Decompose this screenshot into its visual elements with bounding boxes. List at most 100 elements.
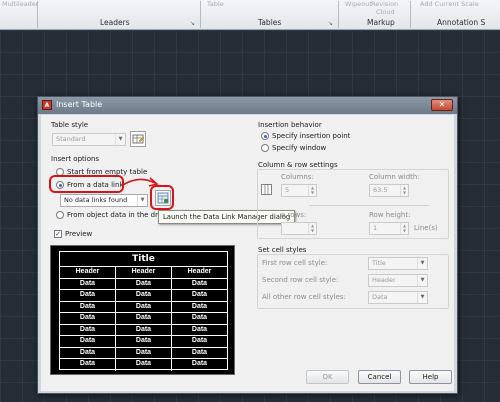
preview-data-cell: Data	[60, 313, 116, 324]
ok-button[interactable]: OK	[306, 370, 349, 384]
specify-insertion-point-label[interactable]: Specify insertion point	[272, 132, 350, 140]
preview-label[interactable]: Preview	[65, 230, 92, 238]
specify-window-label[interactable]: Specify window	[272, 144, 326, 152]
preview-data-cell: Data	[116, 324, 172, 335]
preview-data-cell: Data	[191, 348, 208, 356]
column-row-settings-label: Column & row settings	[258, 161, 338, 169]
object-data-radio[interactable]	[56, 211, 64, 219]
lines-unit-label: Line(s)	[414, 224, 438, 232]
column-width-spinner[interactable]: 63.5 ▲ ▼	[369, 184, 409, 197]
set-cell-styles-label: Set cell styles	[258, 246, 307, 254]
dialog-client: Table style Standard ▼ Insert options St…	[41, 115, 454, 391]
columns-icon	[261, 184, 272, 195]
leaders-panel-label: Leaders	[100, 18, 130, 27]
table-label[interactable]: Table	[207, 0, 224, 8]
autocad-app-icon: A	[42, 100, 52, 110]
preview-data-cell: Data	[116, 290, 172, 301]
preview-title-cell: Title	[60, 252, 227, 267]
preview-data-cell: Data	[116, 347, 172, 358]
preview-data-cell: Data	[60, 347, 116, 358]
revision-label[interactable]: Revision	[371, 0, 398, 8]
preview-data-cell: Data	[116, 278, 172, 289]
table-style-icon	[132, 134, 145, 144]
preview-data-row: Data Data Data	[60, 347, 227, 359]
data-rows-spinner[interactable]: ▲ ▼	[281, 222, 317, 235]
preview-data-cell: Data	[191, 360, 208, 367]
preview-data-row: Data Data Data	[60, 313, 227, 325]
preview-data-cell: Data	[60, 278, 116, 289]
chevron-down-icon: ▼	[417, 258, 427, 269]
preview-data-cell: Data	[60, 359, 116, 371]
columns-label: Columns:	[281, 173, 314, 181]
preview-data-cell: Data	[60, 301, 116, 312]
leaders-dialog-launcher-icon[interactable]: ↘	[190, 20, 195, 27]
spinner-arrows-icon[interactable]: ▲ ▼	[308, 223, 316, 234]
ribbon: Multileader Table Wipeout Revision Cloud…	[0, 0, 500, 30]
other-rows-style-label: All other row cell styles:	[262, 293, 346, 301]
preview-data-row: Data Data Data	[60, 336, 227, 348]
preview-header-cell: Header	[116, 267, 172, 278]
spinner-arrows-icon[interactable]: ▲ ▼	[400, 223, 408, 234]
close-button[interactable]: ✕	[431, 99, 453, 111]
insert-table-dialog: A Insert Table ✕ Table style Standard ▼ …	[37, 96, 458, 394]
row-height-value: 1	[373, 224, 378, 232]
chevron-down-icon: ▼	[137, 195, 147, 206]
wipeout-label[interactable]: Wipeout	[345, 0, 372, 8]
spinner-arrows-icon[interactable]: ▲ ▼	[400, 185, 408, 196]
cloud-label[interactable]: Cloud	[376, 8, 395, 16]
preview-header-row: Header Header Header	[60, 267, 227, 279]
ribbon-separator	[200, 1, 201, 28]
preview-header-cell: Header	[187, 268, 212, 275]
spinner-arrows-icon[interactable]: ▲ ▼	[308, 185, 316, 196]
preview-data-cell: Data	[191, 337, 208, 344]
preview-data-row: Data Data Data	[60, 359, 227, 371]
first-row-style-select[interactable]: Title ▼	[368, 257, 428, 270]
tables-panel-label: Tables	[258, 18, 282, 27]
specify-insertion-point-radio[interactable]	[261, 132, 269, 140]
annotation-scaling-panel-label: Annotation S	[437, 18, 486, 27]
column-width-value: 63.5	[373, 186, 388, 194]
ribbon-separator	[410, 1, 411, 28]
preview-table: Title Header Header Header Data Data Dat…	[59, 251, 228, 371]
preview-data-cell: Data	[116, 301, 172, 312]
insertion-behavior-label: Insertion behavior	[258, 121, 322, 129]
preview-data-row: Data Data Data	[60, 290, 227, 302]
cancel-button[interactable]: Cancel	[358, 370, 401, 384]
row-height-spinner[interactable]: 1 ▲ ▼	[369, 222, 409, 235]
other-rows-style-value: Data	[372, 293, 388, 301]
help-button[interactable]: Help	[409, 370, 452, 384]
divider	[309, 205, 429, 206]
second-row-style-select[interactable]: Header ▼	[368, 274, 428, 287]
add-current-scale-label[interactable]: Add Current Scale	[420, 0, 479, 8]
preview-data-cell: Data	[191, 279, 208, 287]
chevron-down-icon: ▼	[417, 275, 427, 286]
preview-data-cell: Data	[116, 313, 172, 324]
columns-spinner[interactable]: 5 ▲ ▼	[281, 184, 317, 197]
preview-data-cell: Data	[116, 359, 172, 371]
preview-data-row: Data Data Data	[60, 324, 227, 336]
multileader-label[interactable]: Multileader	[2, 0, 38, 8]
table-style-select[interactable]: Standard ▼	[52, 133, 126, 146]
dialog-titlebar[interactable]: A Insert Table ✕	[38, 97, 457, 114]
insert-options-label: Insert options	[51, 155, 100, 163]
column-width-label: Column width:	[369, 173, 420, 181]
first-row-style-label: First row cell style:	[262, 259, 328, 267]
row-height-label: Row height:	[369, 211, 411, 219]
annotation-arrow-icon	[122, 177, 159, 187]
first-row-style-value: Title	[372, 259, 386, 267]
markup-panel-label: Markup	[367, 18, 395, 27]
table-style-launcher-button[interactable]	[130, 131, 146, 147]
preview-data-cell: Data	[60, 336, 116, 347]
preview-data-cell: Data	[191, 302, 208, 310]
data-link-select[interactable]: No data links found ▼	[60, 194, 148, 207]
preview-header-cell: Header	[60, 267, 116, 278]
preview-data-row: Data Data Data	[60, 278, 227, 290]
second-row-style-value: Header	[372, 276, 396, 284]
dialog-title: Insert Table	[56, 100, 103, 109]
other-rows-style-select[interactable]: Data ▼	[368, 291, 428, 304]
chevron-down-icon: ▼	[115, 134, 125, 145]
preview-checkbox[interactable]: ✓	[54, 230, 62, 238]
specify-window-radio[interactable]	[261, 144, 269, 152]
tables-dialog-launcher-icon[interactable]: ↘	[328, 20, 333, 27]
preview-data-cell: Data	[116, 336, 172, 347]
